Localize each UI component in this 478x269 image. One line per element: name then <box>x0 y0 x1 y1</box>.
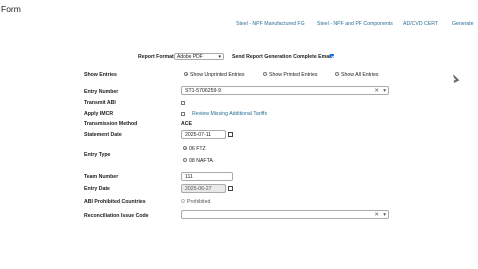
radio-show-all-label: Show All Entries <box>341 72 379 78</box>
send-email-checkbox[interactable] <box>329 53 334 58</box>
report-format-value: Adobe PDF <box>177 53 203 60</box>
report-format-label: Report Format <box>138 54 174 60</box>
chevron-down-icon: ▾ <box>218 53 221 60</box>
reconciliation-label: Reconciliation Issue Code <box>84 213 149 219</box>
nav-link-steel-npf-manufactured[interactable]: Steel - NPF Manufactured FG <box>236 21 305 27</box>
entry-number-value: ST1-5706259-9 <box>185 88 222 94</box>
team-number-value: 111 <box>185 174 193 180</box>
radio-entry-type-08-nafta-label: 08 NAFTA <box>189 158 213 164</box>
entry-date-value: 2025-06-27 <box>185 186 212 192</box>
calendar-icon[interactable] <box>228 132 233 137</box>
nav-link-generate[interactable]: Generate <box>452 21 474 27</box>
reconciliation-select[interactable]: ✕ ▾ <box>181 210 389 219</box>
calendar-icon[interactable] <box>228 186 233 191</box>
entry-type-label: Entry Type <box>84 152 111 158</box>
page-title: Form <box>1 4 21 14</box>
chevron-down-icon[interactable]: ▾ <box>383 212 386 218</box>
radio-prohibited-label: Prohibited <box>187 199 211 205</box>
entry-date-label: Entry Date <box>84 186 110 192</box>
statement-date-input[interactable]: 2025-07-11 <box>181 130 226 139</box>
abi-prohibited-label: ABI Prohibited Countries <box>84 199 146 205</box>
chevron-down-icon[interactable]: ▾ <box>383 88 386 94</box>
team-number-input[interactable]: 111 <box>181 172 233 181</box>
radio-show-printed[interactable] <box>263 72 267 76</box>
clear-icon[interactable]: ✕ <box>374 88 379 94</box>
statement-date-value: 2025-07-11 <box>185 132 212 138</box>
radio-show-all[interactable] <box>335 72 339 76</box>
statement-date-label: Statement Date <box>84 132 122 138</box>
radio-show-unprinted-label: Show Unprinted Entries <box>190 72 245 78</box>
review-missing-tariffs-link[interactable]: Review Missing Additional Tariffs <box>192 111 267 117</box>
transmission-method-value: ACE <box>181 121 192 127</box>
nav-link-steel-npf-pf-components[interactable]: Steel - NPF and PF Components <box>317 21 393 27</box>
transmission-method-label: Transmission Method <box>84 121 138 127</box>
apply-imcr-checkbox[interactable] <box>181 112 185 116</box>
team-number-label: Team Number <box>84 174 119 180</box>
show-entries-label: Show Entries <box>84 72 117 78</box>
apply-imcr-label: Apply IMCR <box>84 111 114 117</box>
radio-entry-type-06-ftz-label: 06 FTZ <box>189 146 206 152</box>
report-format-select[interactable]: Adobe PDF ▾ <box>174 52 224 60</box>
entry-number-select[interactable]: ST1-5706259-9 ✕ ▾ <box>181 86 389 95</box>
radio-entry-type-06-ftz[interactable] <box>183 146 187 150</box>
send-email-label: Send Report Generation Complete Email <box>232 54 333 60</box>
radio-show-unprinted[interactable] <box>184 72 188 76</box>
radio-entry-type-08-nafta[interactable] <box>183 158 187 162</box>
nav-link-adcvd-cert[interactable]: AD/CVD CERT <box>403 21 438 27</box>
entry-number-label: Entry Number <box>84 89 119 95</box>
entry-date-input: 2025-06-27 <box>181 184 226 193</box>
radio-prohibited[interactable] <box>181 199 185 203</box>
clear-icon[interactable]: ✕ <box>374 212 379 218</box>
transmit-abi-checkbox[interactable] <box>181 101 185 105</box>
radio-show-printed-label: Show Printed Entries <box>269 72 318 78</box>
mouse-cursor-icon <box>450 73 460 83</box>
transmit-abi-label: Transmit ABI <box>84 100 116 106</box>
